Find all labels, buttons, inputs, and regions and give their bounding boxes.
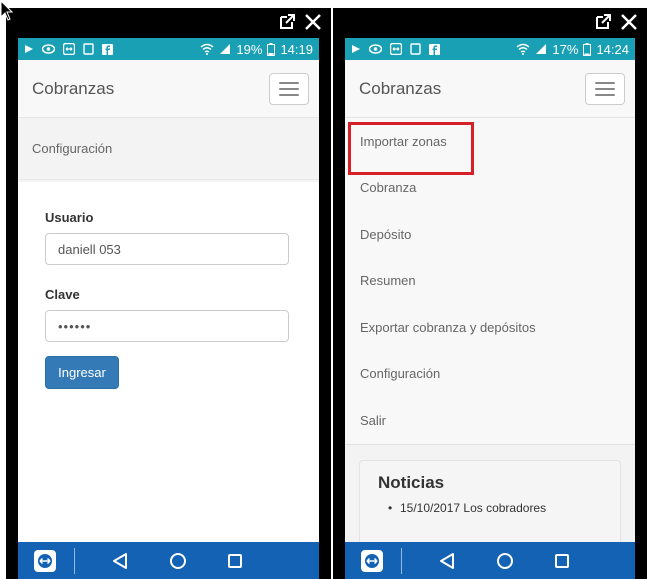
battery-icon xyxy=(583,42,592,56)
app-screen: Cobranzas Importar zonas Cobranza Depósi… xyxy=(345,60,635,542)
app-navbar: Cobranzas xyxy=(18,60,319,118)
teamviewer-small-icon xyxy=(63,43,75,55)
window-controls xyxy=(593,8,639,36)
menu-item-exportar[interactable]: Exportar cobranza y depósitos xyxy=(345,304,635,351)
menu-item-label: Configuración xyxy=(360,366,441,382)
screenshot-stage: 19% 14:19 Cobranzas Configuración Usuari… xyxy=(0,0,647,579)
mouse-cursor-icon xyxy=(0,0,14,21)
nav-divider xyxy=(401,547,402,574)
login-form: Usuario daniell 053 Clave •••••• Ingresa… xyxy=(18,182,319,542)
password-label: Clave xyxy=(45,287,80,302)
android-nav-bar xyxy=(18,542,319,579)
status-bar: 19% 14:19 xyxy=(18,38,319,60)
app-navbar: Cobranzas xyxy=(345,60,635,118)
news-item: 15/10/2017 Los cobradores xyxy=(378,501,602,515)
menu-item-label: Salir xyxy=(360,412,387,428)
news-title: Noticias xyxy=(378,472,445,492)
menu-item-deposito[interactable]: Depósito xyxy=(345,211,635,258)
login-button[interactable]: Ingresar xyxy=(45,356,119,389)
news-panel: Noticias 15/10/2017 Los cobradores xyxy=(359,459,621,542)
menu-item-label: Resumen xyxy=(360,273,416,289)
close-icon[interactable] xyxy=(619,12,639,32)
clock: 14:24 xyxy=(596,41,629,57)
news-area: Noticias 15/10/2017 Los cobradores xyxy=(345,445,635,542)
configuration-link[interactable]: Configuración xyxy=(18,118,319,180)
home-icon[interactable] xyxy=(169,552,187,570)
android-nav-bar xyxy=(345,542,635,579)
menu-item-label: Importar zonas xyxy=(360,133,447,149)
password-input[interactable]: •••••• xyxy=(45,310,289,342)
phone-right: 17% 14:24 Cobranzas Importar zonas Cobra… xyxy=(333,8,647,579)
teamviewer-icon[interactable] xyxy=(361,549,383,572)
app-brand[interactable]: Cobranzas xyxy=(359,79,441,99)
signal-icon xyxy=(536,44,547,54)
eye-icon xyxy=(42,44,55,54)
screenshot-icon xyxy=(410,43,421,55)
signal-icon xyxy=(220,44,231,54)
menu-item-cobranza[interactable]: Cobranza xyxy=(345,165,635,212)
recents-icon[interactable] xyxy=(227,553,243,569)
menu-item-label: Cobranza xyxy=(360,180,417,196)
app-brand[interactable]: Cobranzas xyxy=(32,79,114,99)
menu-item-configuracion[interactable]: Configuración xyxy=(345,351,635,398)
play-icon xyxy=(25,45,33,53)
back-icon[interactable] xyxy=(111,552,129,570)
home-icon[interactable] xyxy=(496,552,514,570)
wifi-icon xyxy=(516,43,530,55)
eye-icon xyxy=(369,44,382,54)
clock: 14:19 xyxy=(280,41,313,57)
screenshot-icon xyxy=(83,43,94,55)
facebook-icon xyxy=(102,43,113,55)
menu-item-importar-zonas[interactable]: Importar zonas xyxy=(345,118,635,175)
battery-percent: 19% xyxy=(236,41,263,57)
battery-percent: 17% xyxy=(552,41,579,57)
play-icon xyxy=(352,45,360,53)
wifi-icon xyxy=(200,43,214,55)
menu-item-salir[interactable]: Salir xyxy=(345,397,635,444)
menu-hamburger-icon[interactable] xyxy=(585,72,625,105)
nav-menu: Importar zonas Cobranza Depósito Resumen… xyxy=(345,118,635,445)
user-label: Usuario xyxy=(45,210,94,225)
phone-left: 19% 14:19 Cobranzas Configuración Usuari… xyxy=(6,8,331,579)
battery-icon xyxy=(267,42,276,56)
menu-item-label: Exportar cobranza y depósitos xyxy=(360,319,536,335)
user-input[interactable]: daniell 053 xyxy=(45,233,289,265)
back-icon[interactable] xyxy=(438,552,456,570)
external-link-icon[interactable] xyxy=(593,12,613,32)
nav-divider xyxy=(74,547,75,574)
facebook-icon xyxy=(429,43,440,55)
close-icon[interactable] xyxy=(303,12,323,32)
teamviewer-icon[interactable] xyxy=(34,549,56,572)
external-link-icon[interactable] xyxy=(277,12,297,32)
teamviewer-small-icon xyxy=(390,43,402,55)
menu-item-label: Depósito xyxy=(360,226,412,242)
app-screen: Cobranzas Configuración Usuario daniell … xyxy=(18,60,319,542)
window-controls xyxy=(277,8,323,36)
menu-item-resumen[interactable]: Resumen xyxy=(345,258,635,305)
recents-icon[interactable] xyxy=(554,553,570,569)
menu-hamburger-icon[interactable] xyxy=(269,72,309,105)
status-bar: 17% 14:24 xyxy=(345,38,635,60)
